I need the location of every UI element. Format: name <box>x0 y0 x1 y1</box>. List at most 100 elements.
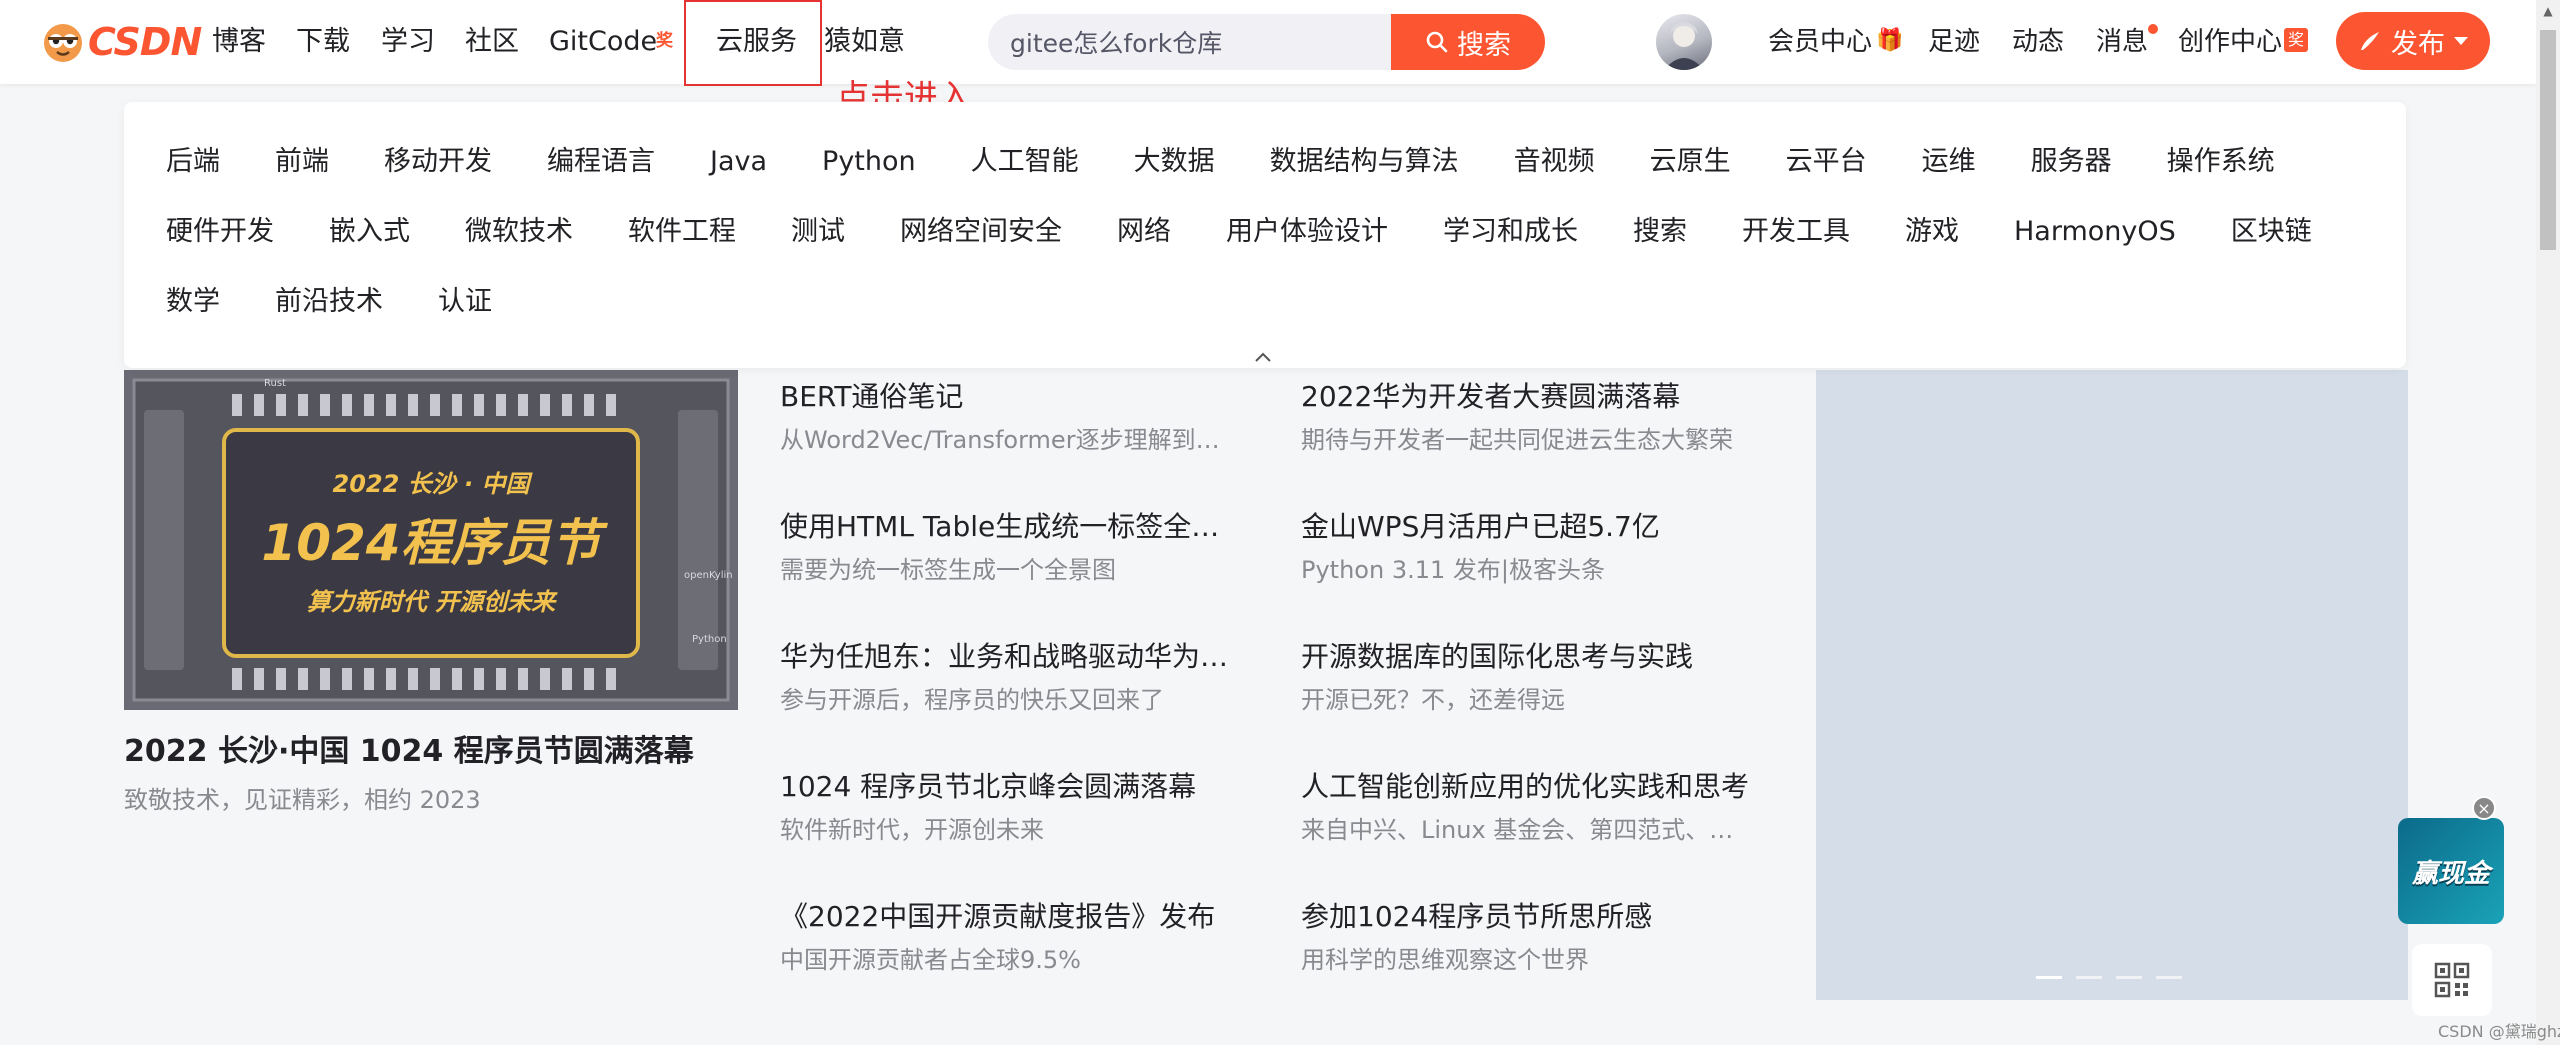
search-input[interactable] <box>988 14 1392 70</box>
category-item[interactable]: 移动开发 <box>384 144 492 180</box>
csdn-logo[interactable]: CSDN <box>40 18 202 66</box>
close-icon[interactable]: × <box>2472 796 2496 820</box>
gift-icon: 🎁 <box>1876 28 1904 53</box>
news-description: 从Word2Vec/Transformer逐步理解到BERT <box>780 426 1230 454</box>
creator-center-link[interactable]: 创作中心 <box>2178 24 2282 60</box>
category-item[interactable]: Java <box>710 144 767 180</box>
category-item[interactable]: 用户体验设计 <box>1226 214 1388 250</box>
category-row-3: 数学 前沿技术 认证 <box>166 284 547 320</box>
news-title[interactable]: 金山WPS月活用户已超5.7亿 <box>1301 508 1761 546</box>
category-item[interactable]: 数学 <box>166 284 220 320</box>
logo-text: CSDN <box>88 20 202 64</box>
category-item[interactable]: 认证 <box>438 284 492 320</box>
search-button[interactable]: 搜索 <box>1391 14 1545 70</box>
news-description: 软件新时代，开源创未来 <box>780 816 1044 844</box>
annotation-highlight-box <box>684 0 822 86</box>
vip-center-link[interactable]: 会员中心 <box>1768 24 1872 60</box>
chevron-up-icon <box>1255 352 1271 362</box>
news-title[interactable]: 开源数据库的国际化思考与实践 <box>1301 638 1761 676</box>
category-item[interactable]: 开发工具 <box>1742 214 1850 250</box>
category-item[interactable]: 云平台 <box>1786 144 1867 180</box>
category-item[interactable]: HarmonyOS <box>2014 214 2176 250</box>
news-description: 期待与开发者一起共同促进云生态大繁荣 <box>1301 426 1733 454</box>
news-title[interactable]: 参加1024程序员节所思所感 <box>1301 898 1761 936</box>
category-item[interactable]: 搜索 <box>1633 214 1687 250</box>
news-title[interactable]: BERT通俗笔记 <box>780 378 1240 416</box>
category-item[interactable]: 大数据 <box>1134 144 1215 180</box>
category-item[interactable]: 游戏 <box>1905 214 1959 250</box>
category-item[interactable]: 微软技术 <box>465 214 573 250</box>
news-description: 需要为统一标签生成一个全景图 <box>780 556 1116 584</box>
category-row-1: 后端 前端 移动开发 编程语言 Java Python 人工智能 大数据 数据结构与算法 音视频 云… <box>166 144 2330 180</box>
nav-blog[interactable]: 博客 <box>212 24 266 60</box>
nav-gitcode[interactable]: GitCode <box>549 24 657 60</box>
category-item[interactable]: 区块链 <box>2231 214 2312 250</box>
nav-yuanruyi[interactable]: 猿如意 <box>824 24 905 60</box>
category-item[interactable]: 网络 <box>1117 214 1171 250</box>
mascot-icon <box>44 24 82 62</box>
category-item[interactable]: 操作系统 <box>2167 144 2275 180</box>
banner-chip-label-openkylin: openKylin <box>684 570 733 581</box>
search-icon <box>1426 31 1448 53</box>
category-item[interactable]: 运维 <box>1922 144 1976 180</box>
dynamic-link[interactable]: 动态 <box>2012 24 2064 60</box>
scrollbar-thumb[interactable] <box>2540 30 2556 250</box>
avatar-image <box>1664 22 1704 70</box>
carousel-dot[interactable] <box>2076 976 2102 979</box>
messages-link[interactable]: 消息 <box>2096 24 2148 60</box>
news-title[interactable]: 《2022中国开源贡献度报告》发布 <box>780 898 1240 936</box>
news-description: 中国开源贡献者占全球9.5% <box>780 946 1081 974</box>
category-item[interactable]: 网络空间安全 <box>900 214 1062 250</box>
news-description: 参与开源后，程序员的快乐又回来了 <box>780 686 1164 714</box>
news-description: 用科学的思维观察这个世界 <box>1301 946 1589 974</box>
category-item[interactable]: 人工智能 <box>971 144 1079 180</box>
ad-carousel[interactable] <box>1816 370 2408 1000</box>
category-item[interactable]: 测试 <box>791 214 845 250</box>
nav-learn[interactable]: 学习 <box>381 24 435 60</box>
featured-banner-image[interactable]: 2022 长沙 · 中国 1024程序员节 算力新时代 开源创未来 Rust o… <box>124 370 738 710</box>
category-item[interactable]: 嵌入式 <box>329 214 410 250</box>
banner-title[interactable]: 2022 长沙·中国 1024 程序员节圆满落幕 <box>124 726 694 770</box>
nav-download[interactable]: 下载 <box>296 24 350 60</box>
unread-dot <box>2148 24 2158 34</box>
scroll-up-arrow[interactable]: ▲ <box>2540 4 2556 24</box>
news-description: 开源已死？不，还差得远 <box>1301 686 1565 714</box>
footprint-link[interactable]: 足迹 <box>1928 24 1980 60</box>
category-item[interactable]: 云原生 <box>1650 144 1731 180</box>
banner-line-1: 2022 长沙 · 中国 <box>333 470 534 498</box>
news-title[interactable]: 2022华为开发者大赛圆满落幕 <box>1301 378 1761 416</box>
nav-community[interactable]: 社区 <box>465 24 519 60</box>
carousel-indicators <box>2036 976 2182 979</box>
news-title[interactable]: 1024 程序员节北京峰会圆满落幕 <box>780 768 1240 806</box>
news-title[interactable]: 使用HTML Table生成统一标签全景图 <box>780 508 1240 546</box>
category-item[interactable]: 后端 <box>166 144 220 180</box>
user-avatar[interactable] <box>1656 14 1712 70</box>
category-item[interactable]: Python <box>822 144 916 180</box>
floating-ad-text: 赢现金 <box>2411 858 2490 889</box>
category-item[interactable]: 软件工程 <box>628 214 736 250</box>
creator-award-icon: 奖 <box>2284 28 2308 52</box>
category-item[interactable]: 服务器 <box>2031 144 2112 180</box>
category-item[interactable]: 音视频 <box>1514 144 1595 180</box>
chip-illustration: 2022 长沙 · 中国 1024程序员节 算力新时代 开源创未来 Rust o… <box>124 370 738 710</box>
category-item[interactable]: 前沿技术 <box>275 284 383 320</box>
category-item[interactable]: 学习和成长 <box>1443 214 1578 250</box>
publish-button[interactable]: 发布 <box>2336 12 2490 70</box>
watermark: CSDN @黛瑞ghz <box>2438 1022 2560 1041</box>
pen-icon <box>2361 32 2379 50</box>
news-title[interactable]: 华为任旭东：业务和战略驱动华为开源 <box>780 638 1240 676</box>
category-item[interactable]: 前端 <box>275 144 329 180</box>
gitcode-award-badge: 奖 <box>656 31 673 51</box>
banner-subtitle: 致敬技术，见证精彩，相约 2023 <box>124 786 481 814</box>
qr-code-button[interactable] <box>2412 944 2492 1016</box>
category-row-2: 硬件开发 嵌入式 微软技术 软件工程 测试 网络空间安全 网络 用户体验设计 学习和成长 搜索 开发… <box>166 214 2367 250</box>
floating-cash-ad[interactable]: 赢现金 <box>2398 818 2504 924</box>
carousel-dot[interactable] <box>2156 976 2182 979</box>
news-title[interactable]: 人工智能创新应用的优化实践和思考 <box>1301 768 1761 806</box>
qr-code-icon <box>2434 962 2470 998</box>
carousel-dot[interactable] <box>2036 976 2062 979</box>
category-item[interactable]: 硬件开发 <box>166 214 274 250</box>
category-item[interactable]: 数据结构与算法 <box>1270 144 1459 180</box>
category-item[interactable]: 编程语言 <box>547 144 655 180</box>
carousel-dot[interactable] <box>2116 976 2142 979</box>
